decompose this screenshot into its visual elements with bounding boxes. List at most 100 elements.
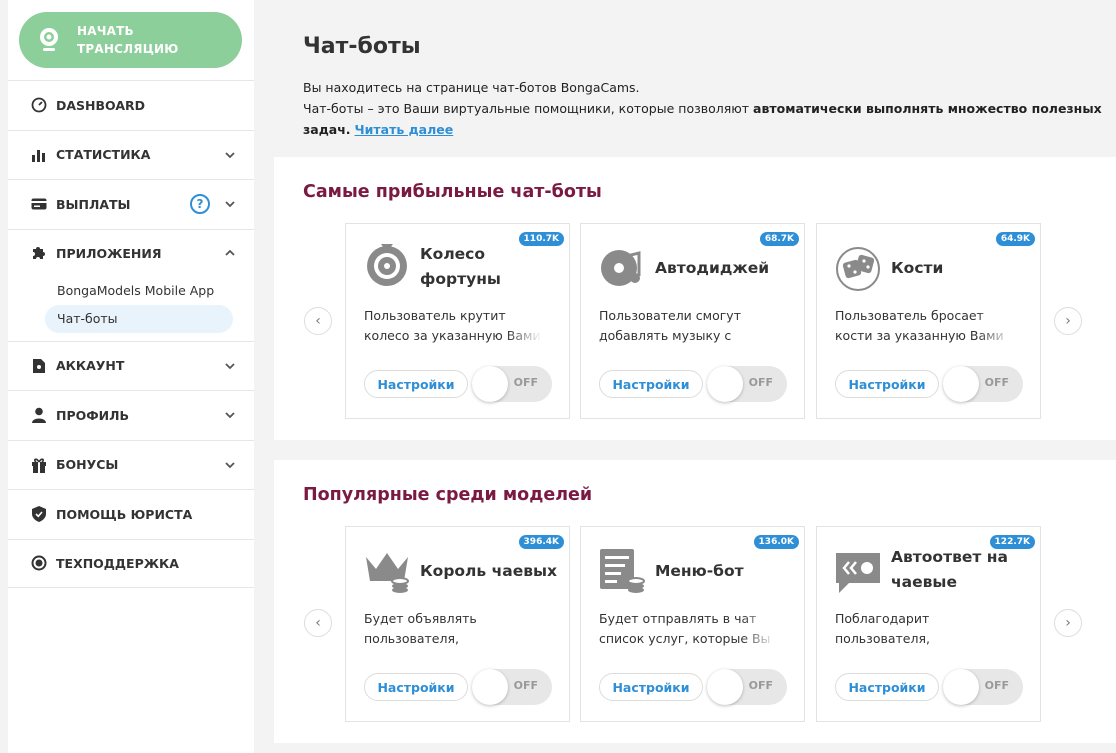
music-icon bbox=[601, 250, 641, 286]
intro-line-2: Чат-боты – это Ваши виртуальные помощник… bbox=[303, 98, 1103, 140]
card-title: Автоответ на чаевые bbox=[891, 548, 1008, 591]
main-content: Чат-боты Вы находитесь на странице чат-б… bbox=[274, 0, 1116, 753]
card-description: Будет отправлять в чат список услуг, кот… bbox=[599, 611, 771, 646]
carousel-next-button[interactable]: › bbox=[1054, 307, 1082, 335]
sidebar-item-bonuses[interactable]: БОНУСЫ bbox=[8, 439, 254, 490]
chevron-right-icon: › bbox=[1065, 313, 1071, 329]
wheel-icon bbox=[367, 244, 407, 286]
toggle-knob bbox=[707, 669, 743, 705]
sidebar-item-statistics[interactable]: СТАТИСТИКА bbox=[8, 129, 254, 180]
sidebar-item-label: СТАТИСТИКА bbox=[56, 147, 151, 163]
card-title: Колесо фортуны bbox=[420, 245, 501, 288]
sidebar-item-label: АККАУНТ bbox=[56, 358, 125, 374]
carousel-prev-button[interactable]: ‹ bbox=[304, 609, 332, 637]
start-broadcast-button[interactable]: НАЧАТЬ ТРАНСЛЯЦИЮ bbox=[19, 12, 242, 68]
card-description: Пользователи смогут добавлять музыку с Y… bbox=[599, 308, 741, 343]
sidebar-subitem-mobile-app[interactable]: BongaModels Mobile App bbox=[45, 277, 233, 305]
sidebar-item-payouts[interactable]: ВЫПЛАТЫ ? bbox=[8, 179, 254, 229]
bot-toggle[interactable]: OFF bbox=[472, 366, 552, 402]
toggle-knob bbox=[707, 366, 743, 402]
settings-button[interactable]: Настройки bbox=[364, 370, 468, 398]
toggle-knob bbox=[472, 366, 508, 402]
usage-badge: 64.9K bbox=[995, 232, 1035, 246]
settings-button[interactable]: Настройки bbox=[835, 673, 939, 701]
card-title: Автодиджей bbox=[655, 259, 770, 277]
chevron-down-icon bbox=[225, 462, 235, 469]
speedometer-icon bbox=[30, 97, 48, 113]
usage-badge: 68.7K bbox=[759, 232, 799, 246]
sidebar-item-apps[interactable]: ПРИЛОЖЕНИЯ bbox=[8, 228, 254, 277]
section-title: Самые прибыльные чат-боты bbox=[303, 182, 602, 202]
chevron-right-icon: › bbox=[1065, 615, 1071, 631]
chevron-down-icon bbox=[225, 363, 235, 370]
settings-button[interactable]: Настройки bbox=[599, 673, 703, 701]
help-icon[interactable]: ? bbox=[190, 194, 210, 215]
webcam-icon bbox=[40, 28, 58, 51]
sidebar-item-label: ВЫПЛАТЫ bbox=[56, 196, 131, 212]
sidebar-item-profile[interactable]: ПРОФИЛЬ bbox=[8, 390, 254, 440]
card-description: Пользователь бросает кости за указанную … bbox=[835, 308, 1004, 343]
sidebar-item-label: БОНУСЫ bbox=[56, 457, 119, 473]
page-title: Чат-боты bbox=[303, 34, 421, 59]
sidebar: НАЧАТЬ ТРАНСЛЯЦИЮ DASHBOARD СТАТИСТИКА В… bbox=[8, 0, 254, 753]
card-title: Кости bbox=[891, 259, 944, 277]
apps-submenu: BongaModels Mobile App Чат-боты bbox=[8, 277, 254, 341]
toggle-state: OFF bbox=[748, 376, 773, 389]
section-title: Популярные среди моделей bbox=[303, 485, 593, 505]
bot-toggle[interactable]: OFF bbox=[943, 669, 1023, 705]
toggle-knob bbox=[472, 669, 508, 705]
crown-icon bbox=[366, 553, 409, 593]
quote-bubble-icon bbox=[836, 553, 880, 593]
settings-button[interactable]: Настройки bbox=[599, 370, 703, 398]
account-icon bbox=[30, 358, 48, 374]
toggle-knob bbox=[943, 366, 979, 402]
toggle-state: OFF bbox=[748, 679, 773, 692]
carousel-next-button[interactable]: › bbox=[1054, 609, 1082, 637]
menu-list-icon bbox=[600, 549, 645, 593]
sidebar-item-account[interactable]: АККАУНТ bbox=[8, 340, 254, 391]
section-popular-bots: Популярные среди моделей ‹ › 396.4K Коро… bbox=[274, 460, 1116, 743]
sidebar-item-legal-help[interactable]: ПОМОЩЬ ЮРИСТА bbox=[8, 489, 254, 539]
bot-card-tip-autoreply: 122.7K Автоответ на чаевые Поблагодарит … bbox=[816, 526, 1041, 722]
gift-icon bbox=[30, 457, 48, 473]
chevron-up-icon bbox=[225, 249, 235, 256]
settings-button[interactable]: Настройки bbox=[835, 370, 939, 398]
chevron-down-icon bbox=[225, 152, 235, 159]
chevron-down-icon bbox=[225, 412, 235, 419]
intro-line-2-text: Чат-боты – это Ваши виртуальные помощник… bbox=[303, 101, 754, 116]
card-description: Пользователь крутит колесо за указанную … bbox=[364, 308, 541, 343]
toggle-state: OFF bbox=[984, 679, 1009, 692]
bot-toggle[interactable]: OFF bbox=[472, 669, 552, 705]
chevron-left-icon: ‹ bbox=[315, 615, 321, 631]
settings-button[interactable]: Настройки bbox=[364, 673, 468, 701]
start-broadcast-label: НАЧАТЬ ТРАНСЛЯЦИЮ bbox=[77, 24, 179, 56]
bot-toggle[interactable]: OFF bbox=[707, 669, 787, 705]
dice-icon bbox=[836, 247, 880, 291]
sidebar-item-label: ТЕХПОДДЕРЖКА bbox=[56, 555, 179, 571]
chevron-down-icon bbox=[225, 201, 235, 208]
card-description: Поблагодарит пользователя, подарившего т… bbox=[835, 611, 930, 646]
usage-badge: 396.4K bbox=[518, 535, 564, 549]
card-title: Меню-бот bbox=[655, 562, 744, 580]
sidebar-item-label: ПОМОЩЬ ЮРИСТА bbox=[56, 506, 193, 522]
bot-toggle[interactable]: OFF bbox=[707, 366, 787, 402]
support-24-icon bbox=[30, 555, 48, 571]
user-icon bbox=[30, 407, 48, 424]
sidebar-item-support[interactable]: ТЕХПОДДЕРЖКА bbox=[8, 538, 254, 588]
read-more-link[interactable]: Читать далее bbox=[355, 122, 454, 137]
bot-card-wheel: 110.7K Колесо фортуны Пользователь крути… bbox=[345, 223, 570, 419]
bar-chart-icon bbox=[30, 147, 48, 163]
shield-icon bbox=[30, 506, 48, 523]
sidebar-item-label: ПРОФИЛЬ bbox=[56, 407, 130, 423]
bot-toggle[interactable]: OFF bbox=[943, 366, 1023, 402]
intro-text: Вы находитесь на странице чат-ботов Bong… bbox=[303, 77, 1103, 140]
sidebar-item-label: DASHBOARD bbox=[56, 97, 146, 113]
sidebar-subitem-chatbots[interactable]: Чат-боты bbox=[45, 304, 233, 333]
carousel-prev-button[interactable]: ‹ bbox=[304, 307, 332, 335]
puzzle-icon bbox=[30, 245, 48, 261]
bot-card-autodj: 68.7K Автодиджей Пользователи смогут доб… bbox=[580, 223, 805, 419]
bot-card-menu-bot: 136.0K Меню-бот Будет отправлять в чат с… bbox=[580, 526, 805, 722]
usage-badge: 136.0K bbox=[753, 535, 799, 549]
sidebar-item-dashboard[interactable]: DASHBOARD bbox=[8, 80, 254, 130]
sidebar-nav: DASHBOARD СТАТИСТИКА ВЫПЛАТЫ ? ПРИЛОЖЕНИ… bbox=[8, 80, 254, 588]
